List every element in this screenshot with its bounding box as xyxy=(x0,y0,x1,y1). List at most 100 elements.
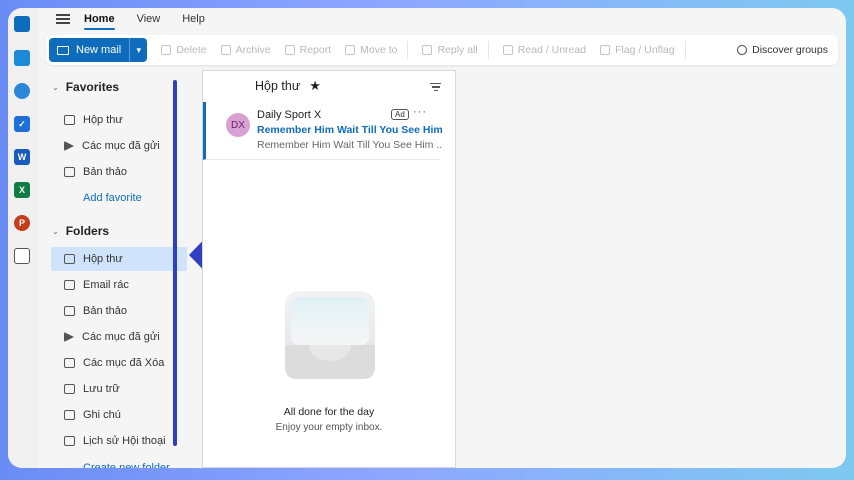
inbox-icon xyxy=(64,115,75,125)
trash-icon xyxy=(161,45,172,55)
envelope-icon xyxy=(57,45,69,55)
archive-button[interactable]: Archive xyxy=(220,44,271,56)
send-icon xyxy=(64,141,74,151)
more-options-icon[interactable]: ··· xyxy=(413,106,427,118)
favorites-title: Favorites xyxy=(65,80,120,94)
folder-item-label: Lưu trữ xyxy=(83,383,120,395)
outlook-window: ✓ W X P Home View Help New mail ▾ Delete… xyxy=(8,8,846,468)
favorite-item-inbox[interactable]: Hộp thư xyxy=(51,108,187,132)
report-label: Report xyxy=(299,44,332,56)
message-sender: Daily Sport X xyxy=(257,109,322,121)
folder-item-archive[interactable]: Lưu trữ xyxy=(51,377,187,401)
chevron-down-icon: ⌄ xyxy=(52,226,59,236)
discover-groups-button[interactable]: Discover groups xyxy=(737,44,828,56)
word-app-icon[interactable]: W xyxy=(14,149,30,165)
chevron-down-icon[interactable]: ▾ xyxy=(129,38,148,62)
people-app-icon[interactable] xyxy=(14,83,30,99)
hamburger-menu-icon[interactable] xyxy=(56,12,70,27)
ribbon-toolbar: New mail ▾ Delete Archive Report Move to… xyxy=(46,35,838,65)
folder-item-inbox[interactable]: Hộp thư xyxy=(51,247,187,271)
folder-item-label: Ghi chú xyxy=(83,409,121,421)
move-to-button[interactable]: Move to xyxy=(345,44,397,56)
tab-view[interactable]: View xyxy=(137,9,161,29)
more-apps-icon[interactable] xyxy=(14,248,30,264)
folder-item-label: Hộp thư xyxy=(83,253,123,265)
mail-app-icon[interactable] xyxy=(14,16,30,32)
favorite-item-sent[interactable]: Các mục đã gửi xyxy=(51,134,187,158)
folder-item-junk[interactable]: Email rác xyxy=(51,273,187,297)
message-list-pane: Hộp thư ★ DX Daily Sport X Ad ··· Rememb… xyxy=(202,70,456,468)
ribbon-divider xyxy=(407,41,409,59)
inbox-icon xyxy=(64,254,75,264)
chevron-down-icon: ⌄ xyxy=(52,82,59,92)
send-icon xyxy=(64,332,74,342)
tab-help[interactable]: Help xyxy=(182,9,205,29)
favorite-item-label: Các mục đã gửi xyxy=(82,140,160,152)
excel-app-icon[interactable]: X xyxy=(14,182,30,198)
folder-item-drafts[interactable]: Bản thảo xyxy=(51,299,187,323)
create-new-folder-link[interactable]: Create new folder xyxy=(51,456,187,468)
flag-unflag-button[interactable]: Flag / Unflag xyxy=(600,44,675,56)
folder-item-conversation-history[interactable]: Lịch sử Hội thoại xyxy=(51,429,187,453)
ribbon-divider xyxy=(487,41,489,59)
archive-icon xyxy=(64,384,75,394)
todo-app-icon[interactable]: ✓ xyxy=(14,116,30,132)
avatar: DX xyxy=(226,113,250,137)
folder-icon xyxy=(64,436,75,446)
folder-item-sent[interactable]: Các mục đã gửi xyxy=(51,325,187,349)
pencil-icon xyxy=(64,306,75,316)
delete-button[interactable]: Delete xyxy=(161,44,207,56)
new-mail-button[interactable]: New mail xyxy=(49,38,130,62)
move-to-label: Move to xyxy=(360,44,398,56)
folder-item-label: Email rác xyxy=(83,279,129,291)
archive-label: Archive xyxy=(235,44,271,56)
report-button[interactable]: Report xyxy=(284,44,332,56)
ad-badge: Ad xyxy=(391,109,409,120)
empty-inbox-illustration-icon xyxy=(285,291,375,379)
folder-item-label: Các mục đã gửi xyxy=(82,331,160,343)
message-list-title: Hộp thư xyxy=(255,79,301,93)
discover-groups-label: Discover groups xyxy=(752,44,828,56)
shield-icon xyxy=(284,45,295,55)
favorite-item-drafts[interactable]: Bản thảo xyxy=(51,160,187,184)
favorites-header[interactable]: ⌄ Favorites xyxy=(52,80,119,94)
note-icon xyxy=(64,410,75,420)
message-subject: Remember Him Wait Till You See Him N xyxy=(257,124,442,136)
junk-mail-icon xyxy=(64,280,75,290)
delete-label: Delete xyxy=(176,44,207,56)
folder-item-notes[interactable]: Ghi chú xyxy=(51,403,187,427)
star-icon[interactable]: ★ xyxy=(309,78,321,94)
folder-item-deleted[interactable]: Các mục đã Xóa xyxy=(51,351,187,375)
trash-icon xyxy=(64,358,75,368)
folder-item-label: Các mục đã Xóa xyxy=(83,357,165,369)
folder-item-label: Bản thảo xyxy=(83,305,128,317)
envelope-open-icon xyxy=(502,45,513,55)
top-tab-bar: Home View Help xyxy=(38,8,846,30)
new-mail-split-button: New mail ▾ xyxy=(49,38,148,62)
annotation-bar xyxy=(173,80,177,446)
flag-icon xyxy=(600,45,611,55)
pencil-icon xyxy=(64,167,75,177)
message-list-header: Hộp thư ★ xyxy=(203,71,455,101)
reply-all-icon xyxy=(422,45,433,55)
tab-home[interactable]: Home xyxy=(84,9,115,30)
folders-header[interactable]: ⌄ Folders xyxy=(52,224,109,238)
message-item[interactable]: DX Daily Sport X Ad ··· Remember Him Wai… xyxy=(203,102,442,160)
reply-all-button[interactable]: Reply all xyxy=(422,44,478,56)
read-unread-button[interactable]: Read / Unread xyxy=(502,44,587,56)
powerpoint-app-icon[interactable]: P xyxy=(14,215,30,231)
calendar-app-icon[interactable] xyxy=(14,50,30,66)
message-preview: Remember Him Wait Till You See Him ... xyxy=(257,139,442,151)
people-group-icon xyxy=(737,45,748,55)
empty-state-title: All done for the day xyxy=(283,406,375,418)
flag-unflag-label: Flag / Unflag xyxy=(615,44,675,56)
add-favorite-link[interactable]: Add favorite xyxy=(51,186,187,210)
folder-item-label: Lịch sử Hội thoại xyxy=(83,435,166,447)
archive-icon xyxy=(220,45,231,55)
read-unread-label: Read / Unread xyxy=(517,44,587,56)
app-rail: ✓ W X P xyxy=(8,8,38,468)
reading-pane xyxy=(460,70,846,468)
filter-icon[interactable] xyxy=(430,81,441,93)
favorite-item-label: Hộp thư xyxy=(83,114,123,126)
reply-all-label: Reply all xyxy=(437,44,478,56)
